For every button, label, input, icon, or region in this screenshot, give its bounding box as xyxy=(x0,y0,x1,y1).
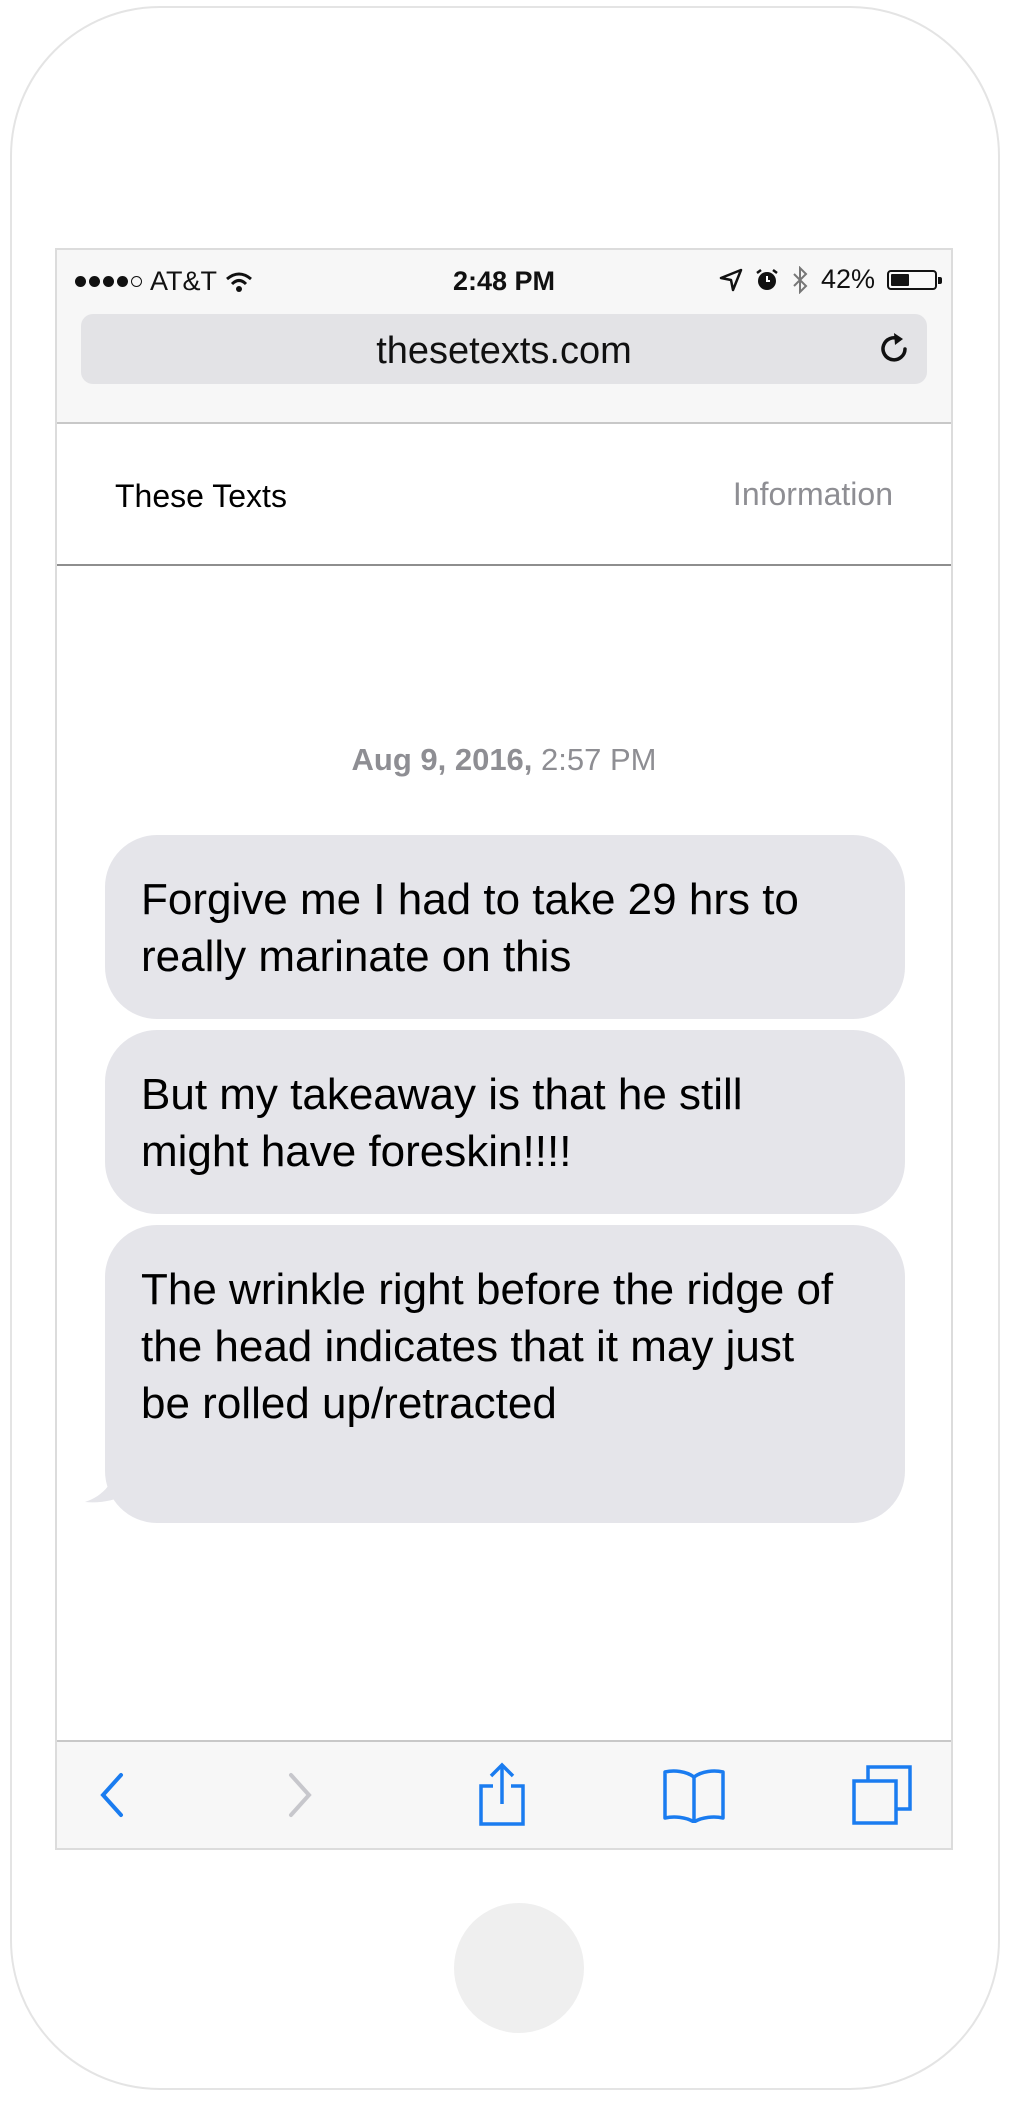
battery-level xyxy=(891,273,909,286)
information-link[interactable]: Information xyxy=(733,476,893,513)
reload-icon[interactable] xyxy=(875,330,913,368)
message-text: The wrinkle right before the ridge of th… xyxy=(141,1265,834,1428)
browser-toolbar xyxy=(57,1740,951,1848)
location-arrow-icon xyxy=(719,268,743,291)
address-bar[interactable]: thesetexts.com xyxy=(81,314,927,384)
battery-percent: 42% xyxy=(820,264,875,294)
tabs-button[interactable] xyxy=(847,1760,917,1830)
alarm-icon xyxy=(756,268,778,290)
message-text: Forgive me I had to take 29 hrs to reall… xyxy=(141,875,799,981)
forward-button[interactable] xyxy=(265,1760,335,1830)
message-bubble: The wrinkle right before the ridge of th… xyxy=(105,1225,905,1523)
message-bubble: Forgive me I had to take 29 hrs to reall… xyxy=(105,835,905,1019)
bookmarks-icon xyxy=(663,1769,725,1823)
share-icon xyxy=(479,1762,525,1826)
timestamp-time: 2:57 PM xyxy=(532,742,657,777)
back-chevron-icon xyxy=(100,1773,123,1817)
back-button[interactable] xyxy=(77,1760,147,1830)
status-bar: AT&T 2:48 PM 42% xyxy=(57,250,951,308)
bookmarks-button[interactable] xyxy=(659,1760,729,1830)
forward-chevron-icon xyxy=(289,1773,312,1817)
bluetooth-icon xyxy=(793,265,808,294)
home-button[interactable] xyxy=(454,1903,584,2033)
battery-icon xyxy=(887,269,942,290)
share-button[interactable] xyxy=(467,1760,537,1830)
message-bubble: But my takeaway is that he still might h… xyxy=(105,1030,905,1214)
message-text: But my takeaway is that he still might h… xyxy=(141,1070,743,1176)
message-timestamp: Aug 9, 2016, 2:57 PM xyxy=(57,742,951,778)
phone-screen: AT&T 2:48 PM 42% thesetexts.com These Te… xyxy=(55,248,953,1850)
site-title-link[interactable]: These Texts xyxy=(115,478,287,515)
url-text[interactable]: thesetexts.com xyxy=(81,330,927,373)
timestamp-date: Aug 9, 2016, xyxy=(351,742,533,777)
tabs-icon xyxy=(852,1765,912,1825)
site-header: These Texts Information xyxy=(57,424,951,566)
status-right: 42% xyxy=(719,264,942,295)
browser-address-area: thesetexts.com xyxy=(57,308,951,424)
